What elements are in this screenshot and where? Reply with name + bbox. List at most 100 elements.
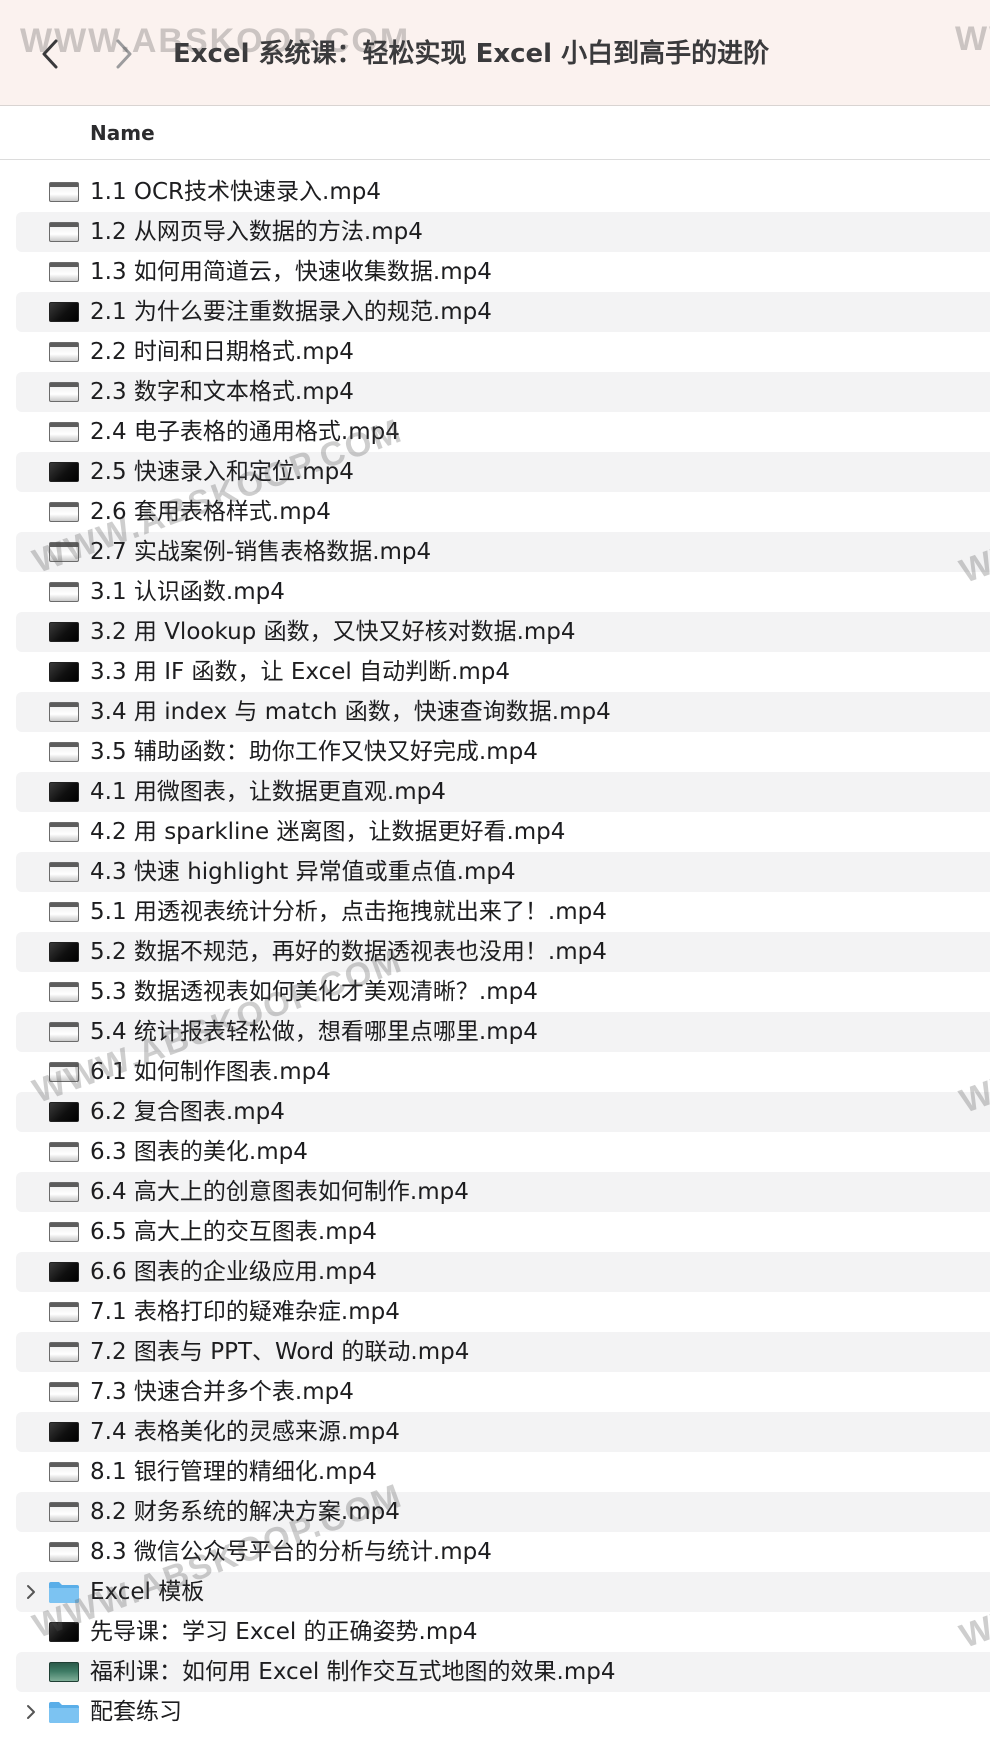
file-row[interactable]: 1.2 从网页导入数据的方法.mp4 (16, 212, 990, 252)
video-thumbnail-icon (49, 1662, 79, 1682)
video-thumbnail-icon (49, 342, 79, 362)
window-title: Excel 系统课：轻松实现 Excel 小白到高手的进阶 (173, 39, 770, 69)
file-name: 4.1 用微图表，让数据更直观.mp4 (90, 779, 446, 805)
file-row[interactable]: 2.6 套用表格样式.mp4 (16, 492, 990, 532)
folder-icon (48, 1700, 80, 1724)
video-thumbnail-icon (49, 302, 79, 322)
file-name: 5.2 数据不规范，再好的数据透视表也没用！.mp4 (90, 939, 607, 965)
file-row[interactable]: 8.3 微信公众号平台的分析与统计.mp4 (16, 1532, 990, 1572)
file-name: 5.3 数据透视表如何美化才美观清晰？.mp4 (90, 979, 538, 1005)
chevron-right-icon (116, 39, 132, 69)
file-row[interactable]: 5.4 统计报表轻松做，想看哪里点哪里.mp4 (16, 1012, 990, 1052)
video-thumbnail-icon (49, 1222, 79, 1242)
video-thumbnail-icon (49, 1302, 79, 1322)
file-name: 福利课：如何用 Excel 制作交互式地图的效果.mp4 (90, 1659, 616, 1685)
file-name: 3.1 认识函数.mp4 (90, 579, 285, 605)
file-name: 7.1 表格打印的疑难杂症.mp4 (90, 1299, 400, 1325)
file-name: 7.3 快速合并多个表.mp4 (90, 1379, 354, 1405)
file-row[interactable]: 2.2 时间和日期格式.mp4 (16, 332, 990, 372)
video-thumbnail-icon (49, 982, 79, 1002)
finder-toolbar: Excel 系统课：轻松实现 Excel 小白到高手的进阶 (0, 0, 990, 106)
file-name: 1.1 OCR技术快速录入.mp4 (90, 179, 381, 205)
forward-button[interactable] (104, 30, 144, 78)
back-button[interactable] (30, 30, 70, 78)
file-name: 6.2 复合图表.mp4 (90, 1099, 285, 1125)
file-name: 先导课：学习 Excel 的正确姿势.mp4 (90, 1619, 478, 1645)
file-row[interactable]: 3.4 用 index 与 match 函数，快速查询数据.mp4 (16, 692, 990, 732)
video-thumbnail-icon (49, 1382, 79, 1402)
video-thumbnail-icon (49, 662, 79, 682)
folder-row[interactable]: 配套练习 (16, 1692, 990, 1732)
file-name: 2.1 为什么要注重数据录入的规范.mp4 (90, 299, 492, 325)
file-row[interactable]: 2.5 快速录入和定位.mp4 (16, 452, 990, 492)
file-name: 1.2 从网页导入数据的方法.mp4 (90, 219, 423, 245)
video-thumbnail-icon (49, 702, 79, 722)
video-thumbnail-icon (49, 902, 79, 922)
video-thumbnail-icon (49, 262, 79, 282)
video-thumbnail-icon (49, 1022, 79, 1042)
file-name: 2.3 数字和文本格式.mp4 (90, 379, 354, 405)
list-column-header: Name (0, 106, 990, 160)
disclosure-chevron-icon[interactable] (22, 1582, 40, 1602)
file-row[interactable]: 6.2 复合图表.mp4 (16, 1092, 990, 1132)
file-name: 8.1 银行管理的精细化.mp4 (90, 1459, 377, 1485)
file-row[interactable]: 3.1 认识函数.mp4 (16, 572, 990, 612)
video-thumbnail-icon (49, 1502, 79, 1522)
file-name: 1.3 如何用简道云，快速收集数据.mp4 (90, 259, 492, 285)
video-thumbnail-icon (49, 1262, 79, 1282)
video-thumbnail-icon (49, 862, 79, 882)
file-row[interactable]: 8.2 财务系统的解决方案.mp4 (16, 1492, 990, 1532)
video-thumbnail-icon (49, 782, 79, 802)
disclosure-chevron-icon[interactable] (22, 1702, 40, 1722)
file-row[interactable]: 先导课：学习 Excel 的正确姿势.mp4 (16, 1612, 990, 1652)
file-row[interactable]: 6.4 高大上的创意图表如何制作.mp4 (16, 1172, 990, 1212)
file-row[interactable]: 3.3 用 IF 函数，让 Excel 自动判断.mp4 (16, 652, 990, 692)
file-row[interactable]: 2.3 数字和文本格式.mp4 (16, 372, 990, 412)
file-name: 4.3 快速 highlight 异常值或重点值.mp4 (90, 859, 516, 885)
file-row[interactable]: 6.1 如何制作图表.mp4 (16, 1052, 990, 1092)
video-thumbnail-icon (49, 542, 79, 562)
file-row[interactable]: 2.1 为什么要注重数据录入的规范.mp4 (16, 292, 990, 332)
file-name: 4.2 用 sparkline 迷离图，让数据更好看.mp4 (90, 819, 566, 845)
name-column-header[interactable]: Name (90, 106, 155, 160)
file-row[interactable]: 8.1 银行管理的精细化.mp4 (16, 1452, 990, 1492)
video-thumbnail-icon (49, 582, 79, 602)
file-row[interactable]: 7.3 快速合并多个表.mp4 (16, 1372, 990, 1412)
file-name: 8.2 财务系统的解决方案.mp4 (90, 1499, 400, 1525)
file-name: 2.7 实战案例-销售表格数据.mp4 (90, 539, 432, 565)
file-row[interactable]: 福利课：如何用 Excel 制作交互式地图的效果.mp4 (16, 1652, 990, 1692)
file-name: 6.3 图表的美化.mp4 (90, 1139, 308, 1165)
file-row[interactable]: 3.2 用 Vlookup 函数，又快又好核对数据.mp4 (16, 612, 990, 652)
video-thumbnail-icon (49, 1182, 79, 1202)
video-thumbnail-icon (49, 1422, 79, 1442)
file-row[interactable]: 6.5 高大上的交互图表.mp4 (16, 1212, 990, 1252)
file-row[interactable]: 3.5 辅助函数：助你工作又快又好完成.mp4 (16, 732, 990, 772)
video-thumbnail-icon (49, 1142, 79, 1162)
file-row[interactable]: 4.2 用 sparkline 迷离图，让数据更好看.mp4 (16, 812, 990, 852)
file-name: 6.4 高大上的创意图表如何制作.mp4 (90, 1179, 469, 1205)
file-row[interactable]: 7.2 图表与 PPT、Word 的联动.mp4 (16, 1332, 990, 1372)
file-row[interactable]: 7.1 表格打印的疑难杂症.mp4 (16, 1292, 990, 1332)
file-name: 3.2 用 Vlookup 函数，又快又好核对数据.mp4 (90, 619, 576, 645)
file-row[interactable]: 1.3 如何用简道云，快速收集数据.mp4 (16, 252, 990, 292)
file-name: 7.4 表格美化的灵感来源.mp4 (90, 1419, 400, 1445)
file-row[interactable]: 6.6 图表的企业级应用.mp4 (16, 1252, 990, 1292)
video-thumbnail-icon (49, 1542, 79, 1562)
file-row[interactable]: 5.3 数据透视表如何美化才美观清晰？.mp4 (16, 972, 990, 1012)
file-row[interactable]: 4.3 快速 highlight 异常值或重点值.mp4 (16, 852, 990, 892)
video-thumbnail-icon (49, 222, 79, 242)
file-row[interactable]: 2.4 电子表格的通用格式.mp4 (16, 412, 990, 452)
file-row[interactable]: 2.7 实战案例-销售表格数据.mp4 (16, 532, 990, 572)
file-name: 6.5 高大上的交互图表.mp4 (90, 1219, 377, 1245)
file-name: 5.1 用透视表统计分析，点击拖拽就出来了！.mp4 (90, 899, 607, 925)
file-row[interactable]: 7.4 表格美化的灵感来源.mp4 (16, 1412, 990, 1452)
file-row[interactable]: 5.2 数据不规范，再好的数据透视表也没用！.mp4 (16, 932, 990, 972)
file-row[interactable]: 6.3 图表的美化.mp4 (16, 1132, 990, 1172)
file-name: 5.4 统计报表轻松做，想看哪里点哪里.mp4 (90, 1019, 538, 1045)
folder-row[interactable]: Excel 模板 (16, 1572, 990, 1612)
file-name: 2.5 快速录入和定位.mp4 (90, 459, 354, 485)
file-row[interactable]: 1.1 OCR技术快速录入.mp4 (16, 172, 990, 212)
file-name: 3.4 用 index 与 match 函数，快速查询数据.mp4 (90, 699, 611, 725)
file-row[interactable]: 5.1 用透视表统计分析，点击拖拽就出来了！.mp4 (16, 892, 990, 932)
file-row[interactable]: 4.1 用微图表，让数据更直观.mp4 (16, 772, 990, 812)
